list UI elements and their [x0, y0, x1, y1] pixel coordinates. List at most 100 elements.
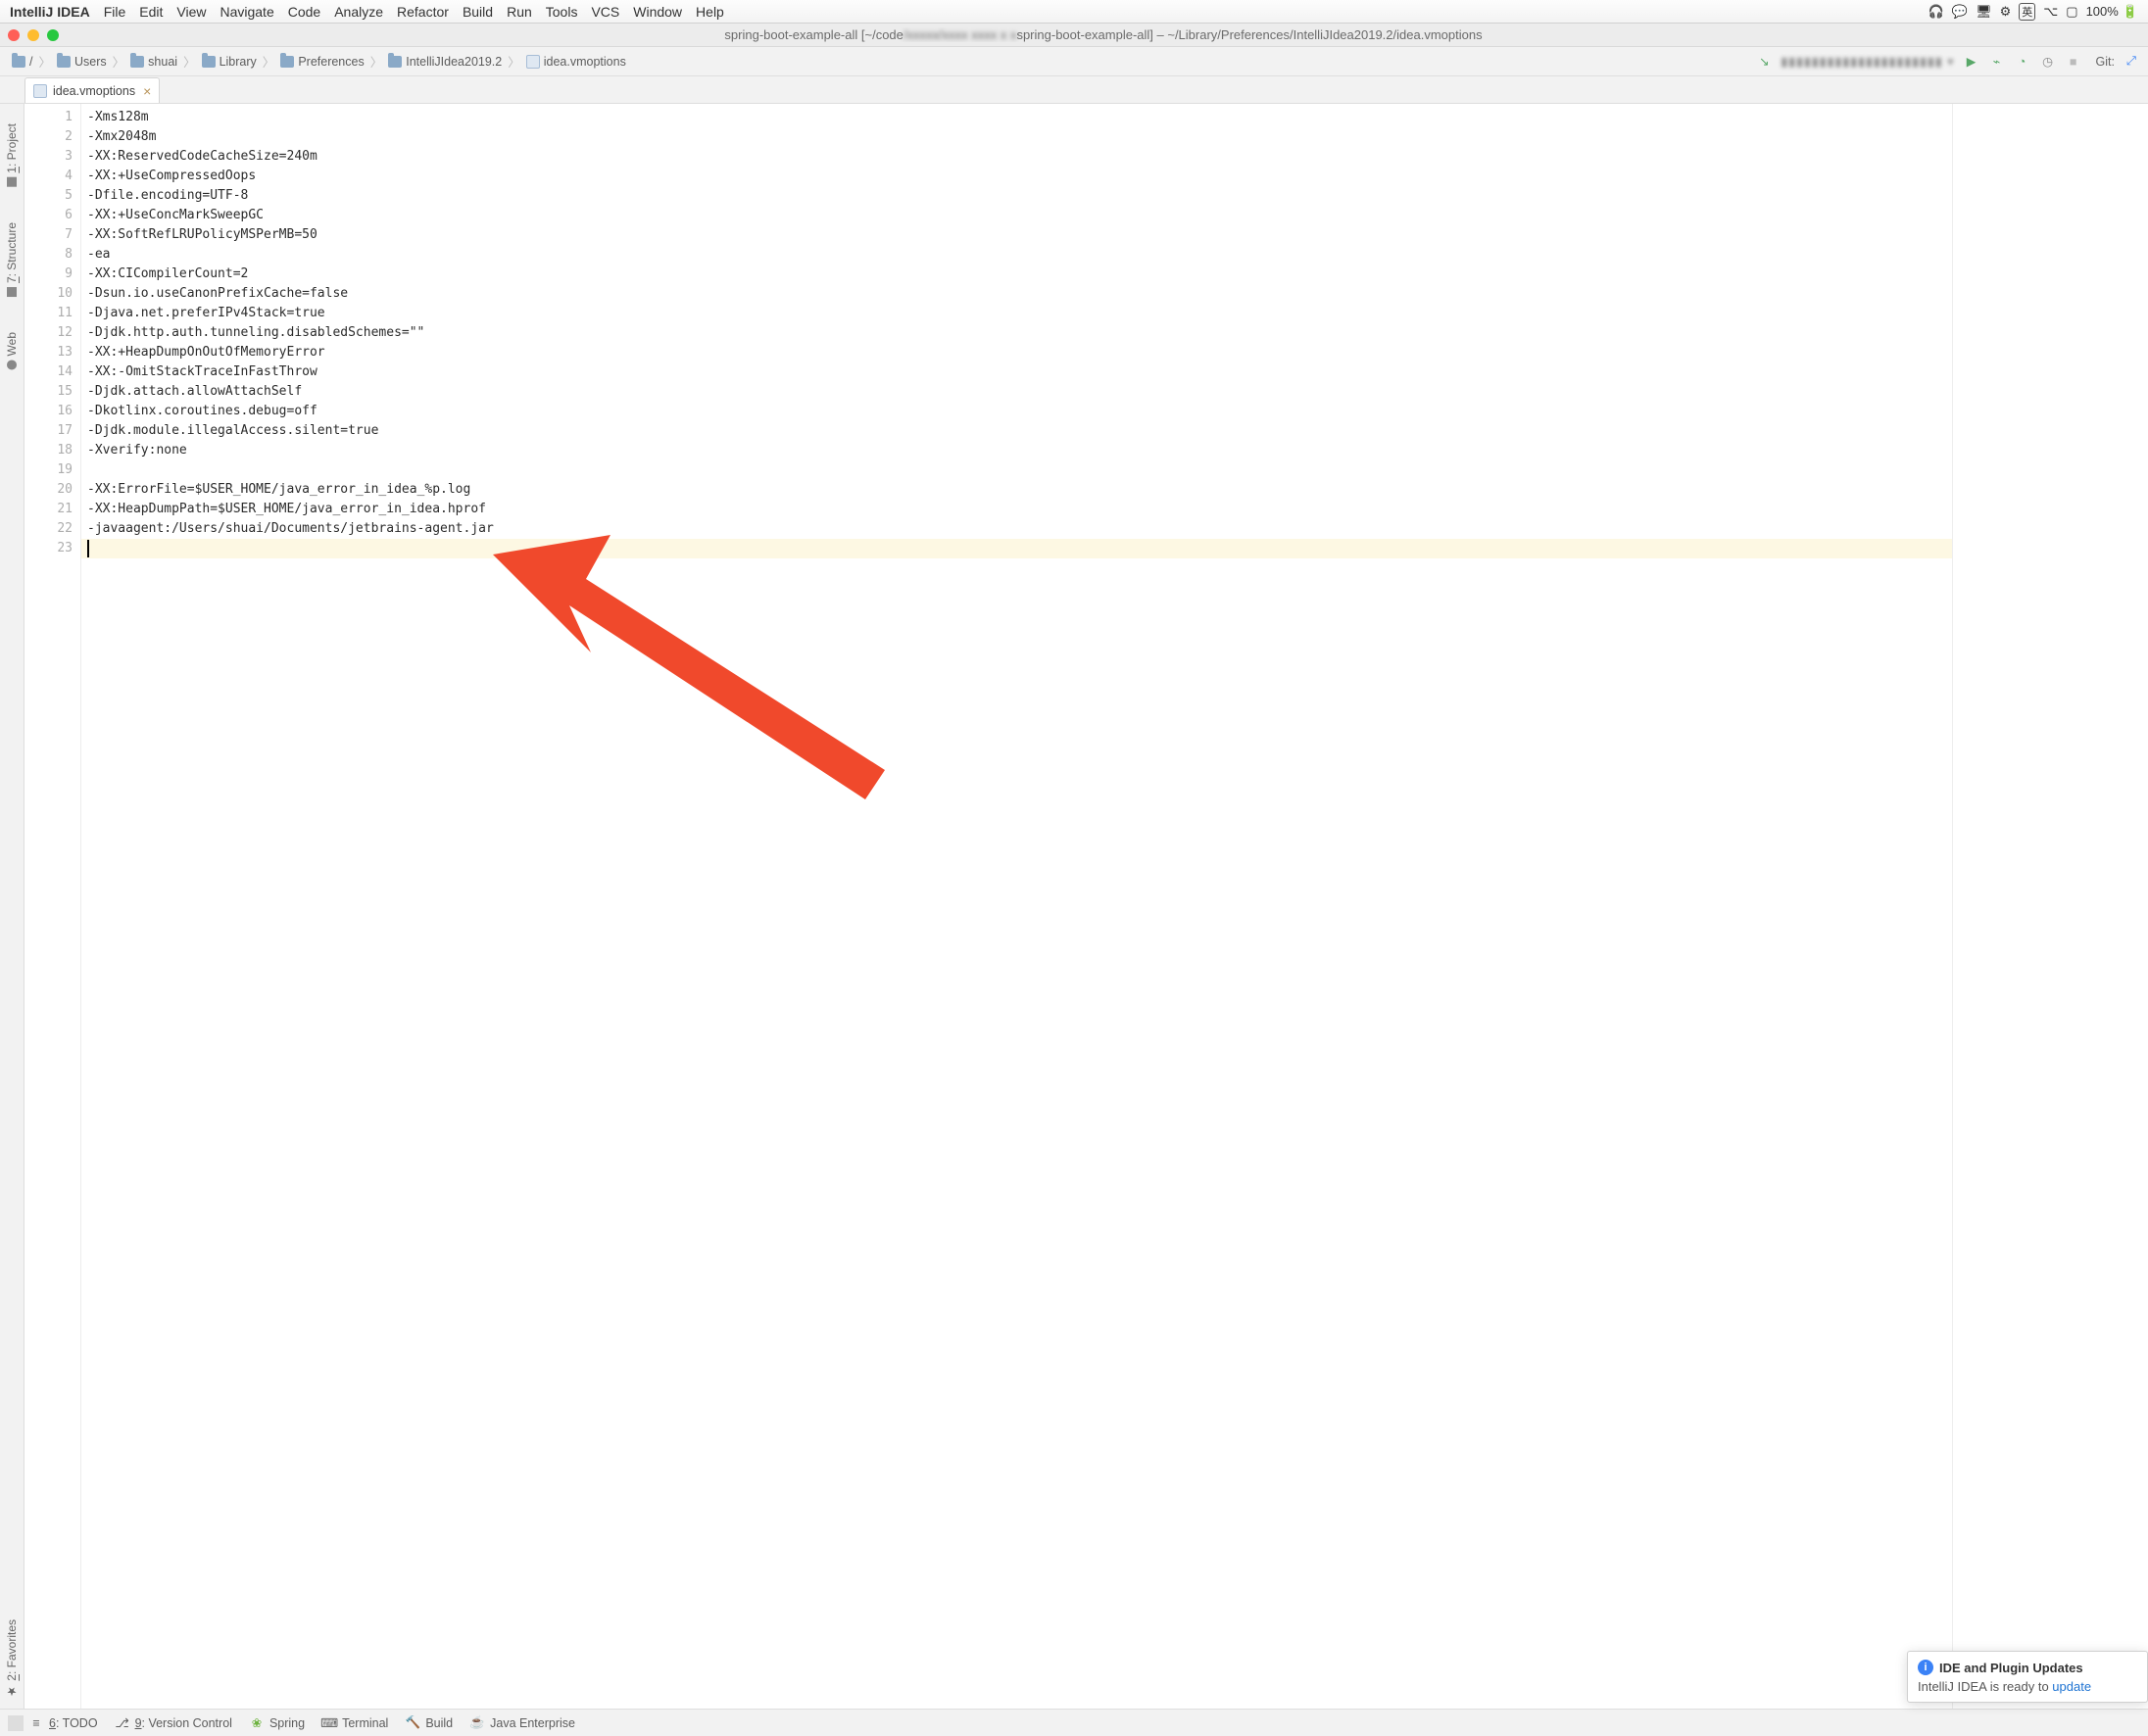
menu-file[interactable]: File — [104, 4, 126, 20]
right-margin — [1952, 104, 2148, 1709]
code-line[interactable]: -Dfile.encoding=UTF-8 — [87, 186, 1952, 206]
debug-button-icon[interactable]: ⌁ — [1988, 53, 2006, 71]
web-icon — [7, 360, 17, 369]
menu-analyze[interactable]: Analyze — [334, 4, 383, 20]
battery-icon[interactable]: 🔋 — [2123, 4, 2138, 20]
code-line[interactable]: -Xms128m — [87, 108, 1952, 127]
menu-build[interactable]: Build — [463, 4, 493, 20]
update-link[interactable]: update — [2052, 1679, 2091, 1694]
code-line[interactable]: -XX:-OmitStackTraceInFastThrow — [87, 362, 1952, 382]
jee-icon: ☕ — [470, 1716, 484, 1730]
code-line[interactable]: -XX:ReservedCodeCacheSize=240m — [87, 147, 1952, 167]
breadcrumb-library[interactable]: Library — [198, 55, 261, 69]
git-update-icon[interactable]: ⤢ — [2123, 53, 2140, 71]
navigation-bar: /〉 Users〉 shuai〉 Library〉 Preferences〉 I… — [0, 47, 2148, 76]
ide-update-popup[interactable]: iIDE and Plugin Updates IntelliJ IDEA is… — [1907, 1651, 2148, 1703]
code-line[interactable]: -Dsun.io.useCanonPrefixCache=false — [87, 284, 1952, 304]
tool-version-control[interactable]: ⎇9: Version Control — [116, 1716, 232, 1730]
profiler-icon[interactable]: ◷ — [2039, 53, 2057, 71]
airplay-icon[interactable]: ▢ — [2066, 4, 2077, 20]
folder-icon — [280, 56, 294, 68]
spring-icon: ❀ — [250, 1716, 264, 1730]
editor-tabs: idea.vmoptions × — [0, 76, 2148, 104]
menu-edit[interactable]: Edit — [139, 4, 163, 20]
menu-code[interactable]: Code — [288, 4, 320, 20]
settings-icon[interactable]: ⚙ — [2000, 4, 2012, 20]
popup-title: IDE and Plugin Updates — [1939, 1661, 2083, 1675]
build-hammer-icon[interactable]: ↘ — [1755, 53, 1773, 71]
tab-label: idea.vmoptions — [53, 84, 135, 98]
code-line[interactable]: -Dkotlinx.coroutines.debug=off — [87, 402, 1952, 421]
code-line[interactable]: -XX:ErrorFile=$USER_HOME/java_error_in_i… — [87, 480, 1952, 500]
run-config-selector[interactable]: ▮▮▮▮▮▮▮▮▮▮▮▮▮▮▮▮▮▮▮▮▮ ▾ — [1781, 54, 1954, 69]
code-line[interactable]: -XX:HeapDumpPath=$USER_HOME/java_error_i… — [87, 500, 1952, 519]
menu-refactor[interactable]: Refactor — [397, 4, 449, 20]
run-button-icon[interactable]: ▶ — [1963, 53, 1980, 71]
stop-icon[interactable]: ■ — [2065, 53, 2082, 71]
coverage-icon[interactable]: ◔ — [2014, 53, 2031, 71]
ide-body: 11: Project: Project 7: Structure Web ★2… — [0, 104, 2148, 1709]
code-line[interactable]: -Xmx2048m — [87, 127, 1952, 147]
menu-navigate[interactable]: Navigate — [220, 4, 273, 20]
code-line[interactable]: -Djdk.module.illegalAccess.silent=true — [87, 421, 1952, 441]
breadcrumb-preferences[interactable]: Preferences — [276, 55, 367, 69]
menubar-status-icons: 🎧 💬 🖥 ⚙ 英 ⌥ ▢ 100% 🔋 — [1928, 3, 2138, 21]
window-titlebar: spring-boot-example-all [~/code/xxxxx/xx… — [0, 24, 2148, 47]
breadcrumb-shuai[interactable]: shuai — [126, 55, 181, 69]
bluetooth-icon[interactable]: ⌥ — [2043, 4, 2058, 20]
menu-window[interactable]: Window — [633, 4, 682, 20]
code-line[interactable]: -Xverify:none — [87, 441, 1952, 460]
display-icon[interactable]: 🖥 — [1976, 4, 1992, 20]
code-line[interactable]: -XX:+HeapDumpOnOutOfMemoryError — [87, 343, 1952, 362]
code-line[interactable]: -XX:SoftRefLRUPolicyMSPerMB=50 — [87, 225, 1952, 245]
menu-vcs[interactable]: VCS — [591, 4, 619, 20]
code-line[interactable] — [87, 460, 1952, 480]
toolwindow-structure[interactable]: 7: Structure — [5, 222, 19, 297]
annotation-arrow-icon — [493, 535, 904, 819]
tool-java-enterprise[interactable]: ☕Java Enterprise — [470, 1716, 575, 1730]
tool-build[interactable]: 🔨Build — [406, 1716, 453, 1730]
toolwindow-project[interactable]: 11: Project: Project — [5, 123, 19, 187]
breadcrumb-ideafolder[interactable]: IntelliJIdea2019.2 — [384, 55, 506, 69]
text-caret — [87, 540, 89, 557]
close-tab-icon[interactable]: × — [143, 84, 151, 98]
menu-run[interactable]: Run — [507, 4, 532, 20]
traffic-close-icon[interactable] — [8, 29, 20, 41]
ime-icon[interactable]: 英 — [2019, 3, 2035, 21]
toolwindow-web[interactable]: Web — [5, 332, 19, 369]
menu-help[interactable]: Help — [696, 4, 724, 20]
breadcrumb-users[interactable]: Users — [53, 55, 111, 69]
code-line[interactable]: -ea — [87, 245, 1952, 265]
headset-icon[interactable]: 🎧 — [1928, 4, 1944, 20]
code-line[interactable]: -XX:+UseConcMarkSweepGC — [87, 206, 1952, 225]
wechat-icon[interactable]: 💬 — [1952, 4, 1968, 20]
traffic-minimize-icon[interactable] — [27, 29, 39, 41]
code-line[interactable]: -Djdk.attach.allowAttachSelf — [87, 382, 1952, 402]
code-line[interactable]: -XX:+UseCompressedOops — [87, 167, 1952, 186]
code-editor[interactable]: -Xms128m-Xmx2048m-XX:ReservedCodeCacheSi… — [81, 104, 1952, 1709]
toolwindow-favorites[interactable]: ★2: Favorites — [5, 1619, 19, 1699]
tool-terminal[interactable]: ⌨Terminal — [322, 1716, 388, 1730]
line-number-gutter[interactable]: 1234567891011121314151617181920212223 — [24, 104, 81, 1709]
tool-todo[interactable]: ≡6: TODO — [29, 1716, 98, 1730]
macos-menubar: IntelliJ IDEA File Edit View Navigate Co… — [0, 0, 2148, 24]
menu-view[interactable]: View — [176, 4, 206, 20]
toolwindow-quickaccess-icon[interactable] — [8, 1715, 24, 1731]
battery-percent: 100% — [2086, 4, 2119, 19]
code-line[interactable]: -XX:CICompilerCount=2 — [87, 265, 1952, 284]
terminal-icon: ⌨ — [322, 1716, 336, 1730]
breadcrumb-root[interactable]: / — [8, 55, 36, 69]
popup-body: IntelliJ IDEA is ready to — [1918, 1679, 2052, 1694]
tool-spring[interactable]: ❀Spring — [250, 1716, 305, 1730]
folder-icon — [130, 56, 144, 68]
tab-idea-vmoptions[interactable]: idea.vmoptions × — [24, 77, 160, 103]
traffic-zoom-icon[interactable] — [47, 29, 59, 41]
app-name[interactable]: IntelliJ IDEA — [10, 4, 90, 20]
bottom-toolbar: ≡6: TODO ⎇9: Version Control ❀Spring ⌨Te… — [0, 1709, 2148, 1736]
code-line[interactable]: -Djava.net.preferIPv4Stack=true — [87, 304, 1952, 323]
menu-tools[interactable]: Tools — [546, 4, 578, 20]
breadcrumb-file[interactable]: idea.vmoptions — [522, 55, 630, 69]
code-line[interactable]: -javaagent:/Users/shuai/Documents/jetbra… — [87, 519, 1952, 539]
folder-icon — [202, 56, 216, 68]
code-line[interactable]: -Djdk.http.auth.tunneling.disabledScheme… — [87, 323, 1952, 343]
